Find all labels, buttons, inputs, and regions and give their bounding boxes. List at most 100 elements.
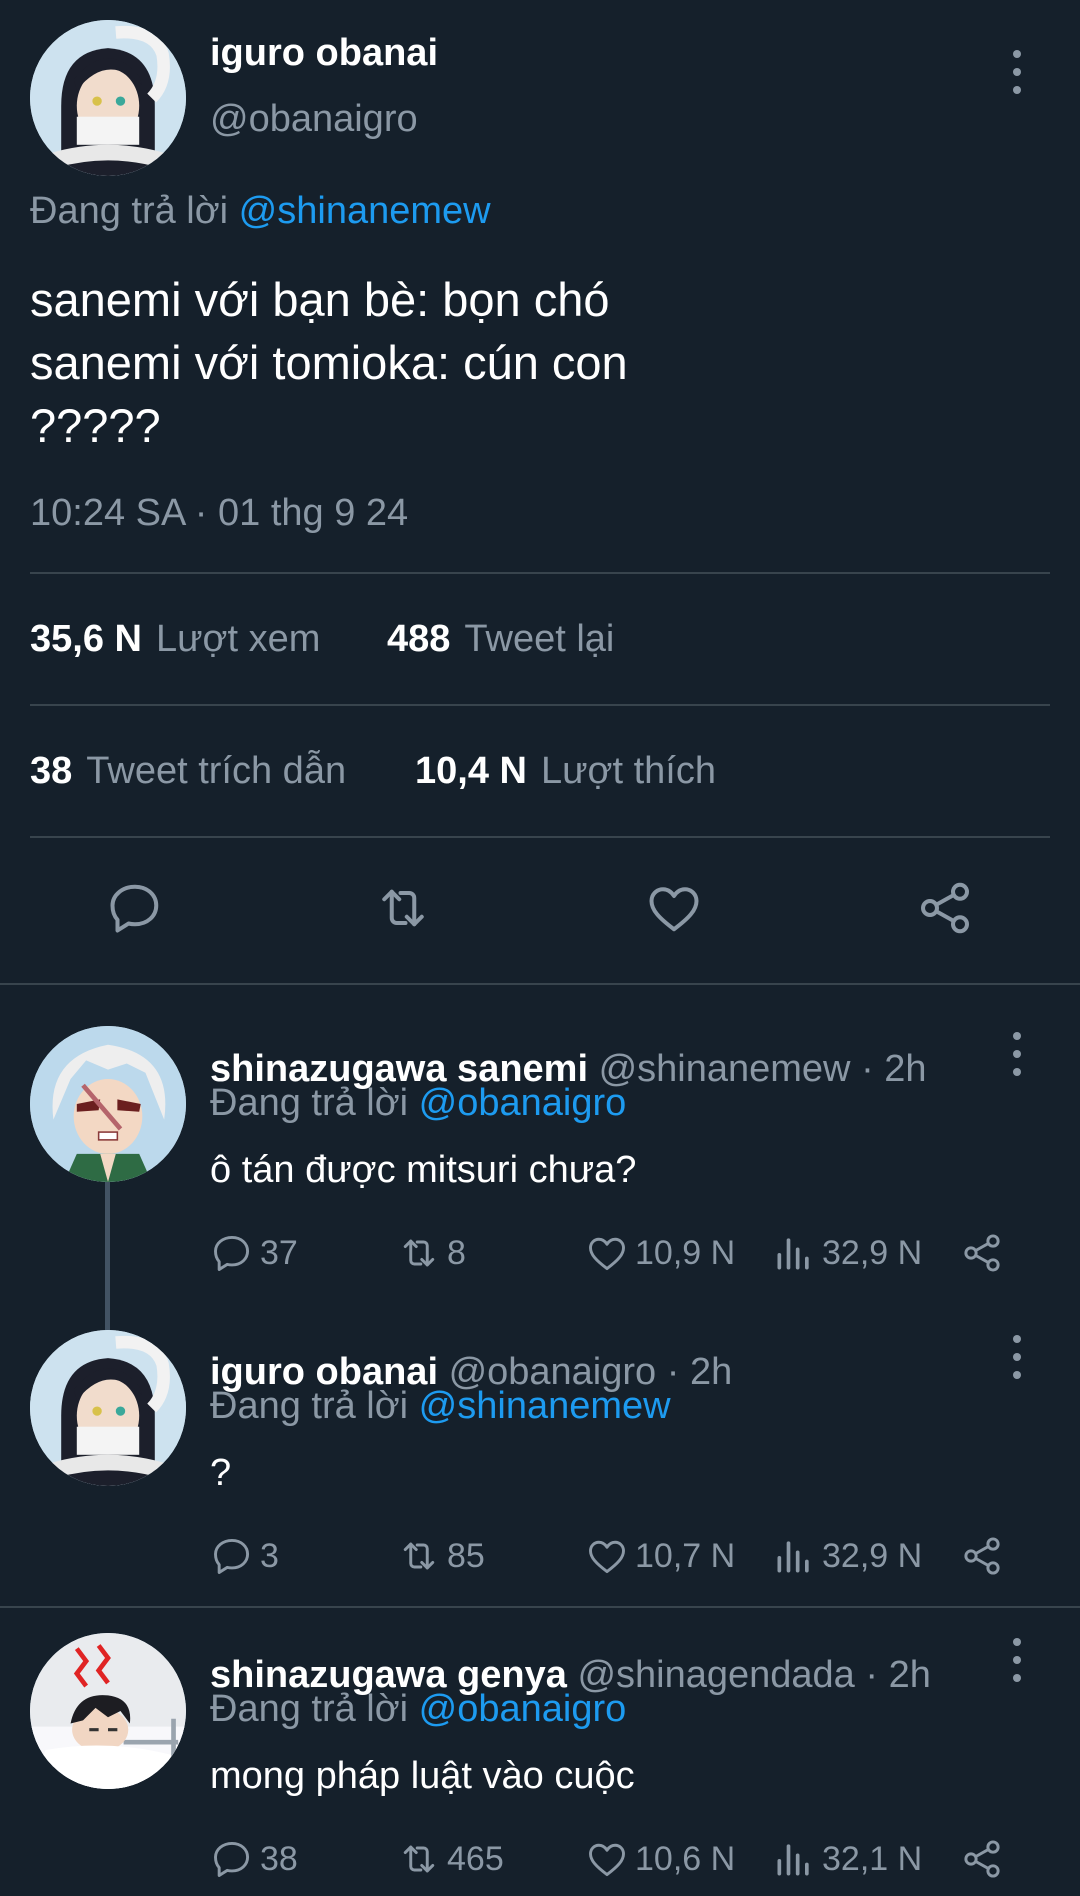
replying-to-handle[interactable]: @shinanemew (239, 190, 491, 232)
share-icon (964, 1234, 1000, 1272)
replying-to: Đang trả lời @obanaigro (210, 1688, 626, 1731)
like-count-value: 10,6 N (635, 1839, 736, 1878)
quotes-stat[interactable]: 38 Tweet trích dẫn (30, 750, 346, 793)
reply-text: mong pháp luật vào cuộc (210, 1755, 635, 1797)
like-icon (589, 1843, 625, 1877)
avatar[interactable] (30, 1633, 186, 1789)
share-button[interactable] (960, 1837, 1010, 1881)
replying-prefix: Đang trả lời (30, 190, 229, 232)
avatar[interactable] (30, 20, 186, 176)
views-stat: 35,6 N Lượt xem (30, 618, 320, 661)
views-label: Lượt xem (155, 618, 321, 660)
thread-connector-line (105, 1182, 110, 1330)
share-icon (964, 1537, 1000, 1575)
replying-prefix: Đang trả lời (210, 1688, 409, 1730)
retweet-count-value: 85 (447, 1536, 485, 1575)
more-options-icon[interactable] (1005, 1335, 1029, 1379)
replying-to: Đang trả lời @shinanemew (30, 190, 491, 233)
avatar-obanai-image (30, 20, 186, 176)
like-icon (589, 1237, 625, 1271)
avatar-obanai-image (30, 1330, 186, 1486)
divider (30, 704, 1050, 706)
share-button[interactable] (960, 1534, 1010, 1578)
view-count[interactable]: 32,9 N (772, 1534, 922, 1578)
like-icon (589, 1540, 625, 1574)
avatar-sanemi-image (30, 1026, 186, 1182)
reply-icon[interactable] (105, 878, 165, 938)
view-count-value: 32,1 N (822, 1839, 923, 1878)
replying-to-handle[interactable]: @obanaigro (419, 1082, 627, 1124)
more-options-icon[interactable] (1005, 50, 1029, 94)
retweet-icon (403, 1845, 435, 1873)
avatar[interactable] (30, 1330, 186, 1486)
reply-icon (214, 1841, 250, 1877)
views-count: 35,6 N (30, 618, 142, 660)
like-count-value: 10,7 N (635, 1536, 736, 1575)
tweet-text-line: sanemi với bạn bè: bọn chó (30, 273, 610, 326)
replying-to-handle[interactable]: @shinanemew (419, 1385, 671, 1427)
quotes-label: Tweet trích dẫn (86, 750, 347, 792)
like-count[interactable]: 10,6 N (585, 1837, 735, 1881)
reply-count-value: 3 (260, 1536, 279, 1575)
view-count[interactable]: 32,9 N (772, 1231, 922, 1275)
avatar-genya-image (30, 1633, 186, 1789)
like-icon[interactable] (644, 878, 704, 938)
retweet-count-value: 8 (447, 1233, 466, 1272)
retweet-icon (403, 1542, 435, 1570)
reply-icon (214, 1235, 250, 1271)
retweet-icon (403, 1239, 435, 1267)
view-count[interactable]: 32,1 N (772, 1837, 922, 1881)
tweet-timestamp: 10:24 SA · 01 thg 9 24 (30, 492, 409, 534)
retweet-count[interactable]: 8 (397, 1231, 466, 1275)
more-options-icon[interactable] (1005, 1032, 1029, 1076)
share-button[interactable] (960, 1231, 1010, 1275)
retweet-count-value: 465 (447, 1839, 504, 1878)
share-icon (964, 1840, 1000, 1878)
reply-text: ô tán được mitsuri chưa? (210, 1149, 637, 1191)
replying-to-handle[interactable]: @obanaigro (419, 1688, 627, 1730)
view-count-value: 32,9 N (822, 1233, 923, 1272)
tweet-text-line: ????? (30, 399, 161, 452)
reply-count[interactable]: 3 (210, 1534, 279, 1578)
main-tweet: iguro obanai @obanaigro Đang trả lời @sh… (0, 0, 1080, 983)
retweets-count: 488 (387, 618, 451, 660)
retweet-count[interactable]: 465 (397, 1837, 504, 1881)
retweets-stat[interactable]: 488 Tweet lại (387, 618, 614, 661)
share-icon[interactable] (915, 878, 975, 938)
replying-to: Đang trả lời @obanaigro (210, 1082, 626, 1125)
divider (30, 572, 1050, 574)
replying-to: Đang trả lời @shinanemew (210, 1385, 671, 1428)
like-count-value: 10,9 N (635, 1233, 736, 1272)
reply-count-value: 37 (260, 1233, 298, 1272)
reply-count-value: 38 (260, 1839, 298, 1878)
author-handle[interactable]: @obanaigro (210, 98, 418, 141)
section-divider (0, 1606, 1080, 1608)
reply-icon (214, 1538, 250, 1574)
views-icon (777, 1238, 809, 1270)
likes-count: 10,4 N (415, 750, 527, 792)
views-icon (777, 1844, 809, 1876)
more-options-icon[interactable] (1005, 1638, 1029, 1682)
likes-stat[interactable]: 10,4 N Lượt thích (415, 750, 716, 793)
reply-count[interactable]: 37 (210, 1231, 298, 1275)
views-icon (777, 1541, 809, 1573)
section-divider (0, 983, 1080, 985)
view-count-value: 32,9 N (822, 1536, 923, 1575)
retweet-count[interactable]: 85 (397, 1534, 485, 1578)
retweet-icon[interactable] (373, 878, 433, 938)
author-name[interactable]: iguro obanai (210, 32, 438, 75)
reply-author-handle[interactable]: @shinanemew (599, 1048, 851, 1090)
quotes-count: 38 (30, 750, 73, 792)
tweet-text-line: sanemi với tomioka: cún con (30, 336, 628, 389)
divider (30, 836, 1050, 838)
like-count[interactable]: 10,7 N (585, 1534, 735, 1578)
reply-time: · 2h (666, 1351, 733, 1393)
retweets-label: Tweet lại (464, 618, 615, 660)
replying-prefix: Đang trả lời (210, 1385, 409, 1427)
reply-text: ? (210, 1452, 232, 1494)
reply-time: · 2h (861, 1048, 927, 1090)
tweet-text: sanemi với bạn bè: bọn chó sanemi với to… (30, 268, 628, 457)
avatar[interactable] (30, 1026, 186, 1182)
like-count[interactable]: 10,9 N (585, 1231, 735, 1275)
reply-count[interactable]: 38 (210, 1837, 298, 1881)
